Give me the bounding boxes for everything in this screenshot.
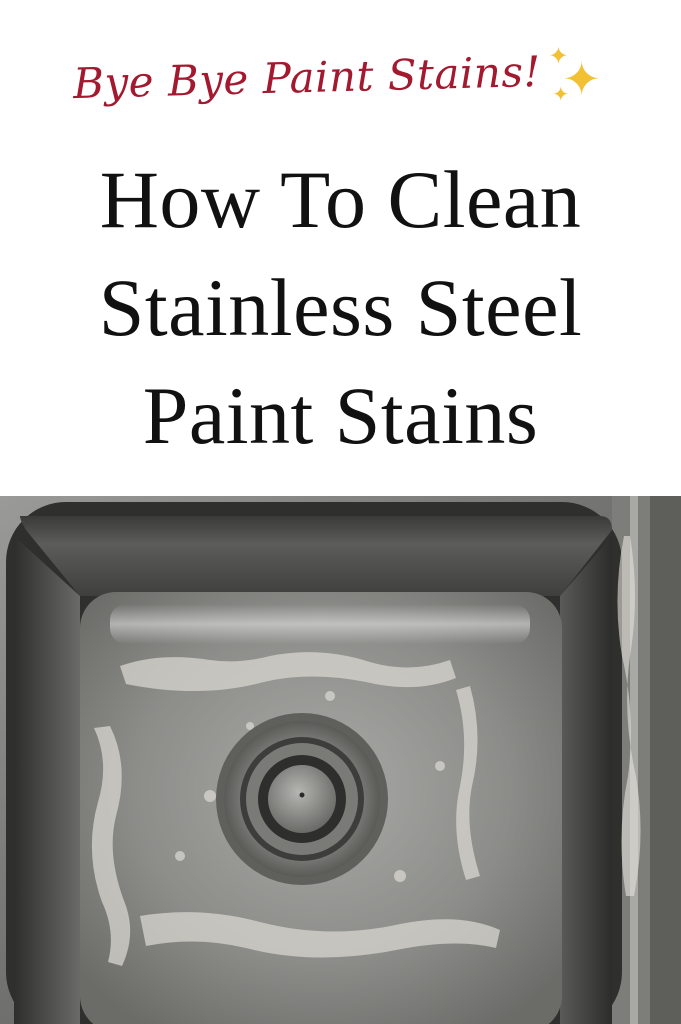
stainless-sink-image [0,496,681,1024]
title-line-2: Stainless Steel [98,262,583,353]
sink-photo [0,496,681,1024]
title-line-1: How To Clean [99,154,582,245]
sparkles-icon: ✦ ✦ ✦ [548,42,601,106]
tagline: Bye Bye Paint Stains! [72,46,541,108]
tagline-row: Bye Bye Paint Stains! ✦ ✦ ✦ [0,44,681,124]
page-title: How To Clean Stainless Steel Paint Stain… [0,146,681,470]
title-panel: Bye Bye Paint Stains! ✦ ✦ ✦ How To Clean… [0,0,681,496]
pin-graphic: Bye Bye Paint Stains! ✦ ✦ ✦ How To Clean… [0,0,681,1024]
title-line-3: Paint Stains [142,370,539,461]
